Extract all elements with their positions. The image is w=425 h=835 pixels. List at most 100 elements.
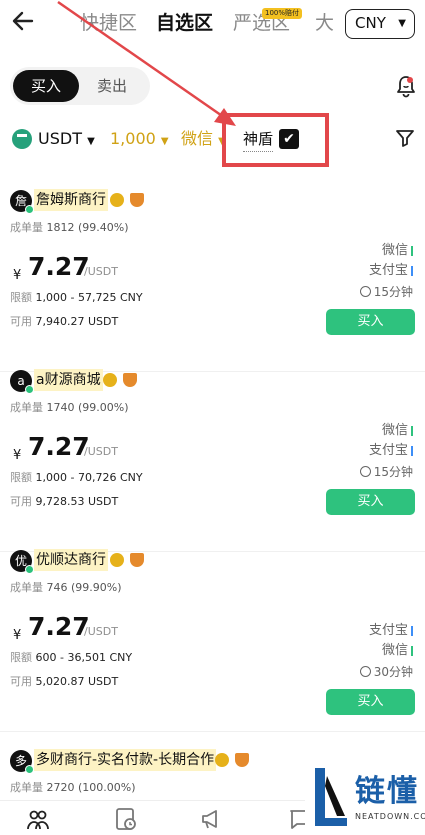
gold-merchant-icon — [215, 753, 229, 767]
avail-value: 5,020.87 USDT — [35, 675, 119, 688]
alipay-mark-icon — [411, 265, 413, 276]
limit-label: 限额 — [10, 651, 32, 664]
megaphone-icon[interactable] — [200, 807, 224, 831]
avatar[interactable]: a — [10, 370, 34, 394]
merchant-name[interactable]: 优顺达商行 — [34, 549, 108, 571]
payment-method-wechat: 微信 — [382, 242, 413, 260]
tab-quick[interactable]: 快捷区 — [80, 10, 137, 36]
price-unit: /USDT — [84, 265, 118, 278]
available-amount: 可用 5,020.87 USDT — [10, 674, 118, 690]
payment-method-wechat: 微信 — [382, 642, 413, 660]
limit-value: 600 - 36,501 CNY — [35, 651, 133, 664]
order-count-value: 2720 (100.00%) — [46, 781, 136, 794]
buy-button[interactable]: 买入 — [326, 309, 415, 335]
payment-method-alipay: 支付宝 — [369, 622, 413, 640]
buy-button[interactable]: 买入 — [326, 689, 415, 715]
online-status-dot — [25, 765, 34, 774]
order-count-value: 1740 (99.00%) — [46, 401, 129, 414]
order-count: 成单量 1812 (99.40%) — [10, 220, 129, 236]
limit-value: 1,000 - 70,726 CNY — [35, 471, 143, 484]
time-label: 15分钟 — [373, 285, 413, 299]
coin-filter-label: USDT — [38, 129, 82, 148]
notification-bell-icon[interactable] — [395, 74, 417, 98]
back-arrow-icon[interactable] — [10, 8, 40, 38]
price: 7.27 — [28, 612, 90, 641]
avatar-initial: a — [17, 374, 25, 388]
buy-sell-toggle: 买入 卖出 — [10, 67, 150, 105]
buy-toggle-button[interactable]: 买入 — [13, 70, 79, 102]
order-count-label: 成单量 — [10, 781, 43, 794]
shield-highlight-box — [222, 113, 329, 167]
shield-badge-icon — [130, 193, 144, 207]
time-label: 15分钟 — [373, 465, 413, 479]
merchant-card: a a财源商城 成单量 1740 (99.00%) 微信 支付宝 ¥ 7.27 … — [0, 369, 425, 552]
filter-row: USDT ▼ 1,000 ▼ 微信 ▼ — [0, 122, 425, 158]
avatar[interactable]: 多 — [10, 750, 34, 774]
available-amount: 可用 9,728.53 USDT — [10, 494, 118, 510]
payment-time-limit: 15分钟 — [359, 283, 413, 301]
avatar[interactable]: 优 — [10, 550, 34, 574]
currency-symbol: ¥ — [13, 268, 22, 283]
payment-label: 支付宝 — [368, 263, 408, 278]
payment-filter[interactable]: 微信 ▼ — [181, 127, 226, 154]
watermark-logo: 链懂 NEATDOWN.COM — [305, 762, 425, 835]
limit-label: 限额 — [10, 471, 32, 484]
payment-method-alipay: 支付宝 — [369, 442, 413, 460]
payment-label: 支付宝 — [368, 623, 408, 638]
online-status-dot — [25, 205, 34, 214]
trade-limit: 限额 1,000 - 70,726 CNY — [10, 470, 143, 486]
merchant-name[interactable]: a财源商城 — [34, 369, 103, 391]
coin-filter[interactable]: USDT ▼ — [38, 127, 95, 154]
avail-label: 可用 — [10, 675, 32, 688]
gold-merchant-icon — [110, 553, 124, 567]
filter-funnel-icon[interactable] — [395, 128, 415, 148]
payment-time-limit: 15分钟 — [359, 463, 413, 481]
limit-value: 1,000 - 57,725 CNY — [35, 291, 143, 304]
time-label: 30分钟 — [373, 665, 413, 679]
amount-filter-label: 1,000 — [110, 129, 156, 148]
payment-label: 支付宝 — [368, 443, 408, 458]
shield-filter-label: 神盾 — [243, 127, 274, 152]
tab-custom[interactable]: 自选区 — [156, 10, 213, 36]
order-count: 成单量 2720 (100.00%) — [10, 780, 136, 796]
tab-large[interactable]: 大 — [315, 10, 334, 36]
merchant-name[interactable]: 詹姆斯商行 — [34, 189, 108, 211]
shield-badge-icon — [235, 753, 249, 767]
amount-filter[interactable]: 1,000 ▼ — [110, 127, 169, 154]
shield-checkbox[interactable]: ✔ — [279, 129, 299, 149]
avail-value: 9,728.53 USDT — [35, 495, 119, 508]
currency-select-label: CNY — [355, 14, 386, 32]
wechat-mark-icon — [411, 645, 413, 656]
watermark-text: 链懂 — [355, 774, 419, 809]
avail-label: 可用 — [10, 315, 32, 328]
order-count-value: 1812 (99.40%) — [46, 221, 129, 234]
merchant-card: 詹 詹姆斯商行 成单量 1812 (99.40%) 微信 支付宝 ¥ 7.27 … — [0, 189, 425, 372]
avail-value: 7,940.27 USDT — [35, 315, 119, 328]
clock-icon — [359, 286, 371, 297]
users-icon[interactable] — [26, 807, 50, 831]
limit-label: 限额 — [10, 291, 32, 304]
sell-toggle-button[interactable]: 卖出 — [79, 70, 145, 102]
caret-down-icon: ▼ — [160, 136, 169, 147]
trade-limit: 限额 1,000 - 57,725 CNY — [10, 290, 143, 306]
available-amount: 可用 7,940.27 USDT — [10, 314, 118, 330]
payment-time-limit: 30分钟 — [359, 663, 413, 681]
order-count-label: 成单量 — [10, 221, 43, 234]
clock-icon — [359, 666, 371, 677]
buy-button[interactable]: 买入 — [326, 489, 415, 515]
shield-badge-icon — [130, 553, 144, 567]
price: 7.27 — [28, 252, 90, 281]
watermark-mark-icon — [315, 768, 347, 826]
payment-method-wechat: 微信 — [382, 422, 413, 440]
online-status-dot — [25, 385, 34, 394]
avatar[interactable]: 詹 — [10, 190, 34, 214]
order-count-label: 成单量 — [10, 401, 43, 414]
price-unit: /USDT — [84, 625, 118, 638]
currency-select[interactable]: CNY ▼ — [345, 9, 415, 39]
orders-clock-icon[interactable] — [114, 807, 138, 831]
caret-down-icon: ▼ — [398, 18, 406, 29]
usdt-coin-icon — [12, 129, 32, 149]
merchant-name[interactable]: 多财商行-实名付款-长期合作 — [34, 749, 217, 771]
watermark-subtext: NEATDOWN.COM — [355, 812, 425, 821]
price-unit: /USDT — [84, 445, 118, 458]
